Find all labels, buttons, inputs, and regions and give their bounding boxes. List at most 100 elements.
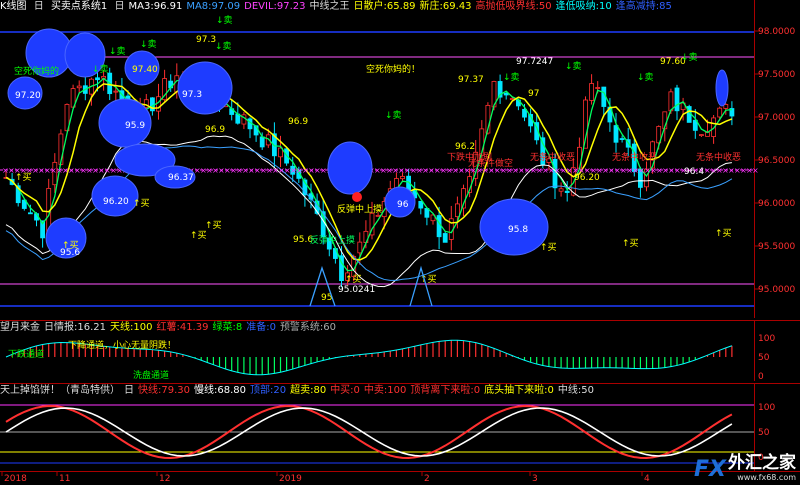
candle-body xyxy=(357,241,363,254)
panel2-axis-label: 0 xyxy=(758,372,764,382)
candle-body xyxy=(436,215,442,238)
date-axis-label: 2 xyxy=(424,474,430,484)
watermark-brand: 外汇之家 xyxy=(728,453,796,473)
panel2-note-2: 下跌通道 xyxy=(8,348,44,360)
price-annotation: 97.20 xyxy=(15,91,41,101)
buy-signal: ↑买 xyxy=(345,274,362,285)
panel2-note-1: 下降通道，小心无量阴跌！ xyxy=(68,339,176,351)
price-annotation: 96.4 xyxy=(684,167,704,177)
signal-ellipse xyxy=(177,61,233,115)
candle-body xyxy=(674,87,680,112)
note-no-buy-3: 无条中收恶 xyxy=(696,151,741,163)
candle-body xyxy=(454,203,460,218)
candle-body xyxy=(717,107,723,118)
candle-body xyxy=(259,136,265,148)
date-axis-label: 12 xyxy=(159,474,170,484)
panel2-axis-label: 100 xyxy=(758,334,775,344)
note-short-death: 空死你妈的！ xyxy=(366,63,420,75)
candle-body xyxy=(95,77,100,81)
price-annotation: 96 xyxy=(397,200,409,210)
buy-signal: ↑买 xyxy=(420,274,437,285)
price-annotation: 96.9 xyxy=(205,125,225,135)
buy-signal: ↑买 xyxy=(540,242,557,253)
sell-signal: ↓卖 xyxy=(216,15,233,26)
panel3-axis-label: 100 xyxy=(758,403,775,413)
chart-canvas[interactable]: 98.0000 97.5000 97.0000 96.5000 96.0000 95.50… xyxy=(0,0,800,484)
candle-body xyxy=(595,87,601,89)
price-axis-label: 98.0000 xyxy=(758,27,795,37)
sell-signal: ↓卖 xyxy=(503,72,520,83)
candle-body xyxy=(564,190,570,193)
candle-body xyxy=(668,91,674,112)
candle-body xyxy=(613,125,619,143)
candle-body xyxy=(522,108,527,118)
buy-signal: ↑买 xyxy=(622,238,639,249)
price-annotation: 95.0241 xyxy=(338,285,375,295)
note-no-buy: 无条中收恶 xyxy=(530,151,575,163)
date-axis-label: 2019 xyxy=(279,474,302,484)
price-axis-label: 95.0000 xyxy=(758,285,795,295)
note-rebound: 反弹中上摸 xyxy=(337,203,382,215)
note-short-death-2: 空死你妈的 xyxy=(14,65,59,77)
candle-body xyxy=(400,175,405,180)
price-annotation: 97.3 xyxy=(182,90,202,100)
spike-line xyxy=(409,265,433,307)
candle-body xyxy=(442,233,448,243)
sell-signal: ↓卖 xyxy=(565,61,582,72)
price-axis-label: 97.5000 xyxy=(758,70,795,80)
panel2-axis-label: 50 xyxy=(758,353,770,363)
note-no-buy-2: 无条中收恶 xyxy=(612,151,657,163)
signal-ellipse xyxy=(327,141,373,195)
candle-body xyxy=(27,212,33,215)
sell-signal: ↓卖 xyxy=(109,46,126,57)
panel3-axis-label: 50 xyxy=(758,428,770,438)
watermark-url: www.fx68.com xyxy=(737,473,796,482)
date-axis-label: 2018 xyxy=(4,474,27,484)
signal-dot xyxy=(352,192,362,202)
date-axis-label: 4 xyxy=(644,474,650,484)
candle-body xyxy=(699,134,704,136)
date-axis-label: 3 xyxy=(532,474,538,484)
signal-ellipse xyxy=(715,69,729,107)
candle-body xyxy=(558,188,564,192)
buy-signal: ↑买 xyxy=(15,172,32,183)
watermark-fx: FX xyxy=(694,457,726,482)
price-axis-label: 96.5000 xyxy=(758,156,795,166)
candle-body xyxy=(113,90,119,93)
candle-body xyxy=(589,83,594,101)
candle-body xyxy=(503,92,509,96)
price-annotation: 97.3 xyxy=(196,35,216,45)
sell-signal: ↓卖 xyxy=(215,41,232,52)
price-axis-label: 97.0000 xyxy=(758,113,795,123)
candle-body xyxy=(76,85,82,89)
candle-body xyxy=(375,214,381,217)
buy-signal: ↑买 xyxy=(190,230,207,241)
buy-signal: ↑买 xyxy=(133,198,150,209)
note-rebound-2: 反弹中上摸 xyxy=(310,234,355,246)
price-annotation: 97.37 xyxy=(458,75,484,85)
watermark: FX 外汇之家 www.fx68.com xyxy=(694,448,796,482)
sell-signal: ↓卖 xyxy=(140,39,157,50)
sell-signal: ↓卖 xyxy=(637,72,654,83)
price-annotation: 96.2 xyxy=(455,142,475,152)
midline-marker: × xyxy=(752,166,759,175)
note-no-short: 无条件做空 xyxy=(468,157,513,169)
panel2-note-3: 洗盘通道 xyxy=(133,369,169,381)
sell-signal: ↓卖 xyxy=(92,64,109,75)
price-annotation: 97.40 xyxy=(132,65,158,75)
price-axis-label: 96.0000 xyxy=(758,199,795,209)
candle-body xyxy=(619,138,625,140)
price-annotation: 95.9 xyxy=(125,121,145,131)
sell-signal: ↓卖 xyxy=(681,52,698,63)
buy-signal: ↑买 xyxy=(715,228,732,239)
buy-signal: ↑买 xyxy=(205,220,222,231)
signal-ellipse xyxy=(91,175,139,217)
price-annotation: 96.20 xyxy=(103,197,129,207)
sell-signal: ↓卖 xyxy=(385,110,402,121)
price-annotation: 96.9 xyxy=(288,117,308,127)
buy-signal: ↑买 xyxy=(62,240,79,251)
candle-body xyxy=(418,200,424,209)
price-annotation: 95.8 xyxy=(508,225,528,235)
date-axis-label: 11 xyxy=(59,474,70,484)
price-annotation: 96.37 xyxy=(168,173,194,183)
